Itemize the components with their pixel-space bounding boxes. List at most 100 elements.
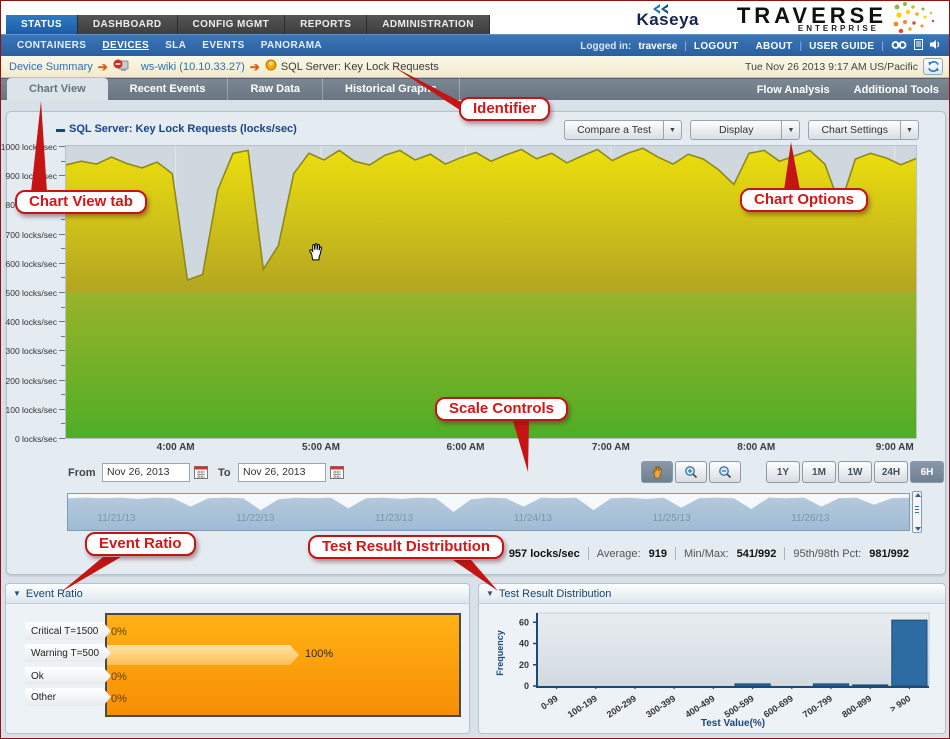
test-warning-icon [265,59,277,74]
y-axis-label: 400 locks/sec [6,317,58,327]
breadcrumb: Device Summary ➔ ws-wiki (10.10.33.27) ➔… [1,56,949,78]
threshold-pill-critical: Critical T=1500 [25,622,111,640]
distribution-category-label: 300-399 [644,693,677,719]
distribution-chart: 02040600-99100-199200-299300-399400-4995… [491,605,939,732]
y-axis-tick [61,365,65,366]
nav-tab-status[interactable]: STATUS [6,15,78,34]
calendar-icon[interactable] [194,465,209,480]
tab-historical-graphs[interactable]: Historical Graphs [323,78,460,100]
nav-tab-dashboard[interactable]: DASHBOARD [78,15,178,34]
y-axis-label: 500 locks/sec [6,288,58,298]
x-axis: 4:00 AM5:00 AM6:00 AM7:00 AM8:00 AM9:00 … [66,442,916,458]
chevron-down-icon[interactable]: ▼ [664,120,682,140]
collapse-triangle-icon[interactable]: ▼ [486,589,494,598]
refresh-button[interactable] [923,58,943,75]
distribution-ylabel: Frequency [495,630,505,676]
y-axis-label: 0 locks/sec [15,434,57,444]
y-axis-tick [61,277,65,278]
chart-settings-button[interactable]: Chart Settings ▼ [808,120,919,140]
subnav-devices[interactable]: DEVICES [102,40,149,51]
distribution-bar [853,685,888,686]
subnav-events[interactable]: EVENTS [202,40,244,51]
timeline-scrollbar[interactable] [912,491,922,533]
link-icon[interactable] [891,40,907,53]
other-pct: 0% [111,693,127,705]
y-axis-label: 1000 locks/sec [1,142,57,152]
critical-pct: 0% [111,626,127,638]
distribution-category-label: > 900 [888,693,913,714]
test-result-distribution-header[interactable]: ▼ Test Result Distribution [479,584,945,604]
range-1y-button[interactable]: 1Y [766,461,800,483]
from-date-input[interactable]: Nov 26, 2013 [102,463,190,482]
event-ratio-header[interactable]: ▼ Event Ratio [6,584,469,604]
chart-title: SQL Server: Key Lock Requests (locks/sec… [69,123,297,135]
speaker-icon[interactable] [930,39,941,53]
subnav-panorama[interactable]: PANORAMA [261,40,322,51]
x-axis-label: 6:00 AM [431,442,501,453]
chart-settings-label[interactable]: Chart Settings [808,120,901,140]
additional-tools-link[interactable]: Additional Tools [854,84,939,96]
tab-recent-events[interactable]: Recent Events [108,78,229,100]
logout-link[interactable]: LOGOUT [694,41,739,52]
subnav-sla[interactable]: SLA [165,40,186,51]
distribution-category-label: 700-799 [801,693,834,719]
range-1m-button[interactable]: 1M [802,461,836,483]
percentile-label: 95th/98th Pct: [793,548,861,560]
display-label[interactable]: Display [690,120,782,140]
y-axis-tick [61,423,65,424]
chevron-down-icon[interactable]: ▼ [782,120,800,140]
display-button[interactable]: Display ▼ [690,120,800,140]
range-24h-button[interactable]: 24H [874,461,908,483]
secondary-nav: CONTAINERS DEVICES SLA EVENTS PANORAMA L… [1,34,949,56]
warning-ratio-bar [107,645,299,665]
calendar-icon[interactable] [330,465,345,480]
pan-tool-button[interactable] [641,461,673,483]
y-axis-tick [59,380,65,381]
document-icon[interactable] [914,39,923,53]
device-status-icon [113,59,129,75]
distribution-category-label: 400-499 [683,693,716,719]
y-axis-tick [61,161,65,162]
logged-in-username: traverse [638,41,677,52]
compare-a-test-button[interactable]: Compare a Test ▼ [564,120,682,140]
subnav-containers[interactable]: CONTAINERS [17,40,86,51]
y-axis-tick [61,248,65,249]
timeline-overview[interactable]: 11/21/1311/22/1311/23/1311/24/1311/25/13… [67,493,910,531]
distribution-category-label: 800-899 [840,693,873,719]
y-axis-tick [59,263,65,264]
event-ratio-row-ok: 0% [107,668,459,688]
nav-tab-reports[interactable]: REPORTS [285,15,367,34]
timeline-date-label: 11/21/13 [97,513,135,524]
to-date-input[interactable]: Nov 26, 2013 [238,463,326,482]
chevron-down-icon[interactable]: ▼ [901,120,919,140]
x-axis-label: 5:00 AM [286,442,356,453]
y-axis-tick [59,409,65,410]
distribution-xlabel: Test Value(%) [701,718,765,729]
tab-raw-data[interactable]: Raw Data [228,78,323,100]
breadcrumb-device-summary-link[interactable]: Device Summary [9,61,93,73]
compare-a-test-label[interactable]: Compare a Test [564,120,664,140]
about-link[interactable]: ABOUT [755,41,792,52]
range-6h-button[interactable]: 6H [910,461,944,483]
nav-tab-config-mgmt[interactable]: CONFIG MGMT [178,15,286,34]
zoom-in-button[interactable] [675,461,707,483]
collapse-triangle-icon[interactable]: ▼ [13,589,21,598]
timeline-date-label: 11/25/13 [652,513,690,524]
distribution-category-label: 0-99 [539,693,560,711]
range-1w-button[interactable]: 1W [838,461,872,483]
y-axis-label: 100 locks/sec [6,405,58,415]
y-axis-tick [61,219,65,220]
breadcrumb-arrow-icon: ➔ [98,60,108,74]
user-guide-link[interactable]: USER GUIDE [809,41,874,52]
breadcrumb-device-link[interactable]: ws-wiki (10.10.33.27) [141,61,245,73]
timeline-date-label: 11/26/13 [791,513,829,524]
timeline-date-label: 11/22/13 [236,513,274,524]
tab-chart-view[interactable]: Chart View [7,78,108,100]
zoom-out-button[interactable] [709,461,741,483]
flow-analysis-link[interactable]: Flow Analysis [757,84,830,96]
distribution-category-label: 200-299 [605,693,638,719]
nav-tab-administration[interactable]: ADMINISTRATION [367,15,490,34]
threshold-pill-warning: Warning T=500 [25,644,111,662]
svg-text:20: 20 [519,660,529,670]
y-axis-tick [61,307,65,308]
